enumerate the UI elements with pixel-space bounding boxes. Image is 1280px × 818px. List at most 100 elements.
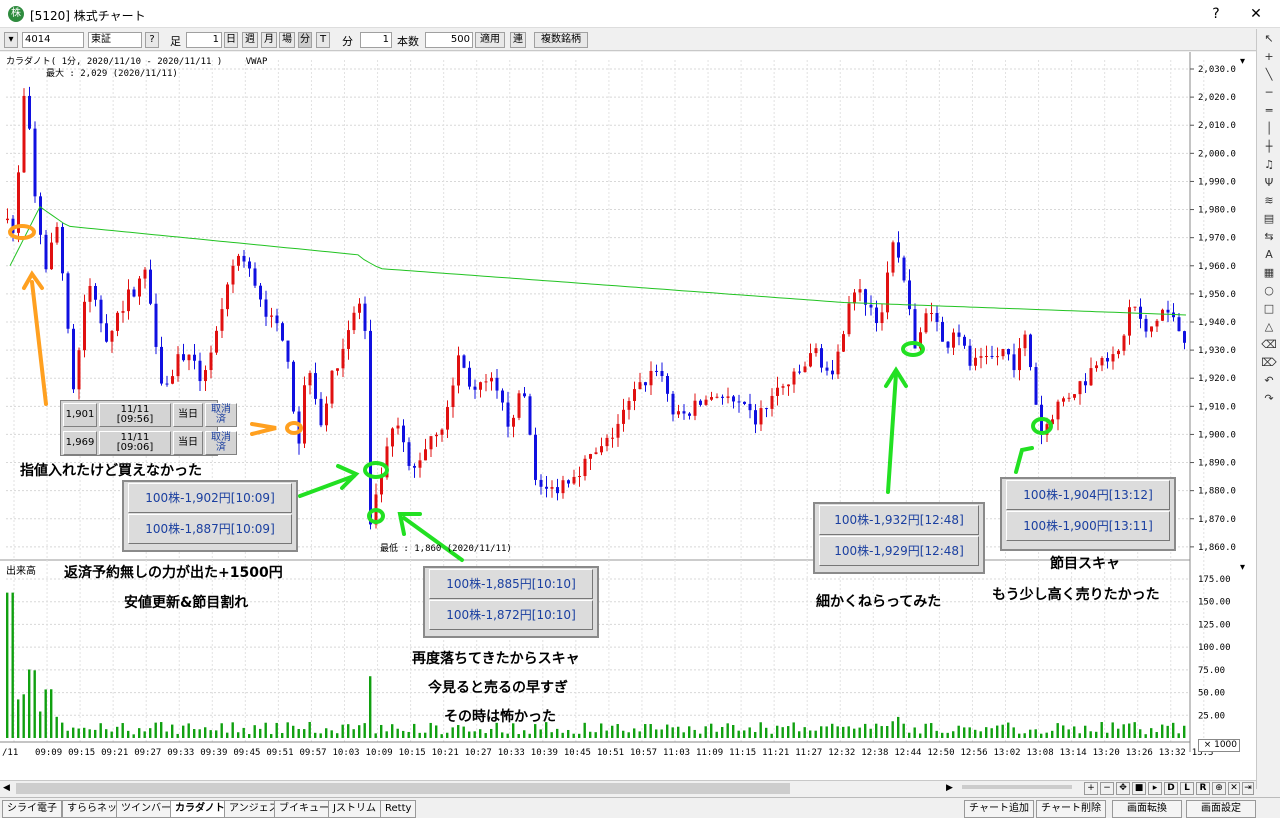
volume-bar [369,676,372,738]
bell-icon[interactable]: ♫ [1259,156,1279,173]
ellipse-icon[interactable]: ○ [1259,282,1279,299]
week-button[interactable]: 週 [242,32,258,48]
price-tick-label: 1,990.0 [1198,177,1236,187]
zoom-out-icon[interactable]: − [1100,782,1114,795]
scroll-thumb[interactable] [16,783,790,794]
cycle-icon[interactable]: ⇆ [1259,228,1279,245]
magnify-icon[interactable]: ⊕ [1212,782,1226,795]
delete-chart-button[interactable]: チャート削除 [1036,800,1106,818]
next-icon[interactable]: ▸ [1148,782,1162,795]
apply-button[interactable]: 適用 [475,32,505,48]
candle-body [127,289,130,312]
d-button[interactable]: D [1164,782,1178,795]
minute-input[interactable]: 1 [360,32,392,48]
eraser-all-icon[interactable]: ⌦ [1259,354,1279,371]
ashi-input[interactable]: 1 [186,32,222,48]
volume-bar [847,726,850,738]
fork-icon[interactable]: Ψ [1259,174,1279,191]
market-select[interactable]: 東証 [88,32,142,48]
fib-icon[interactable]: ≋ [1259,192,1279,209]
multi-stock-button[interactable]: 複数銘柄 [534,32,588,48]
redo-icon[interactable]: ↷ [1259,390,1279,407]
tab-shirai[interactable]: シライ電子 [2,800,62,818]
zoom-slider[interactable] [962,785,1072,789]
crosshair-icon[interactable]: + [1259,48,1279,65]
l-button[interactable]: L [1180,782,1194,795]
cursor-icon[interactable]: ↖ [1259,30,1279,47]
stop-icon[interactable]: ■ [1132,782,1146,795]
price-tick-label: 1,930.0 [1198,346,1236,356]
x-button[interactable]: ✕ [1228,782,1240,795]
ren-button[interactable]: 連 [510,32,526,48]
volume-bar [303,729,306,738]
volume-bar [946,732,949,738]
close-icon[interactable]: ✕ [1244,4,1268,24]
cross-line-icon[interactable]: ┼ [1259,138,1279,155]
day-button[interactable]: 日 [224,32,238,48]
volume-bar [968,727,971,738]
order-status[interactable]: 取消済 [205,403,237,427]
order-type: 当日 [173,403,203,427]
text-icon[interactable]: A [1259,246,1279,263]
ba-button[interactable]: 場 [279,32,295,48]
candle-body [391,428,394,447]
count-input[interactable]: 500 [425,32,473,48]
eraser-icon[interactable]: ⌫ [1259,336,1279,353]
volume-bar [44,689,47,738]
horizontal-scrollbar[interactable]: ◀ ▶ + − ✥ ■ ▸ D L R ⊕ ✕ ⇥ [0,780,1256,796]
toolbar-help-button[interactable]: ? [145,32,159,48]
candle-body [842,334,845,352]
candle-body [578,476,581,478]
volume-bar [220,723,223,738]
tab-jstream[interactable]: Jストリム [328,800,381,818]
switch-screen-button[interactable]: 画面転換 [1112,800,1182,818]
candle-body [814,348,818,354]
volume-bar [710,723,713,738]
month-button[interactable]: 月 [261,32,277,48]
minute-button[interactable]: 分 [298,32,312,48]
volume-bar [924,723,927,738]
zoom-in-icon[interactable]: + [1084,782,1098,795]
scroll-right-icon[interactable]: ▶ [946,783,953,793]
grid-tool-icon[interactable]: ▤ [1259,210,1279,227]
time-tick-label: 13:26 [1126,748,1153,758]
volume-bar [501,732,504,738]
candle-body [413,465,416,468]
order-status[interactable]: 取消済 [205,431,237,455]
candle-body [963,336,966,346]
menu-dropdown-icon[interactable]: ▾ [4,32,18,48]
tab-retty[interactable]: Retty [380,800,417,818]
candle-body [677,411,680,415]
candle-body [996,356,999,358]
volume-bar [490,728,493,738]
end-icon[interactable]: ⇥ [1242,782,1254,795]
volume-bar [935,730,938,738]
tab-karadanote[interactable]: カラダノト [170,800,230,818]
hline-icon[interactable]: ─ [1259,84,1279,101]
scroll-left-icon[interactable]: ◀ [3,783,10,793]
volume-bar [798,731,801,738]
add-chart-button[interactable]: チャート追加 [964,800,1034,818]
trendline-icon[interactable]: ╲ [1259,66,1279,83]
candle-body [132,289,136,297]
candle-body [902,257,906,281]
hline2-icon[interactable]: ═ [1259,102,1279,119]
code-select[interactable]: 4014 [22,32,84,48]
r-button[interactable]: R [1196,782,1210,795]
volume-bar [484,733,487,738]
rect-icon[interactable]: □ [1259,300,1279,317]
help-icon[interactable]: ? [1204,4,1228,24]
tick-button[interactable]: T [316,32,330,48]
volume-bar [215,730,218,738]
candle-body [561,480,565,494]
vline-icon[interactable]: │ [1259,120,1279,137]
candle-body [946,341,950,348]
volume-bar [655,729,658,738]
undo-icon[interactable]: ↶ [1259,372,1279,389]
volume-bar [187,723,190,738]
screen-settings-button[interactable]: 画面設定 [1186,800,1256,818]
triangle-icon[interactable]: △ [1259,318,1279,335]
price-tick-label: 1,970.0 [1198,234,1236,244]
table-icon[interactable]: ▦ [1259,264,1279,281]
move-icon[interactable]: ✥ [1116,782,1130,795]
